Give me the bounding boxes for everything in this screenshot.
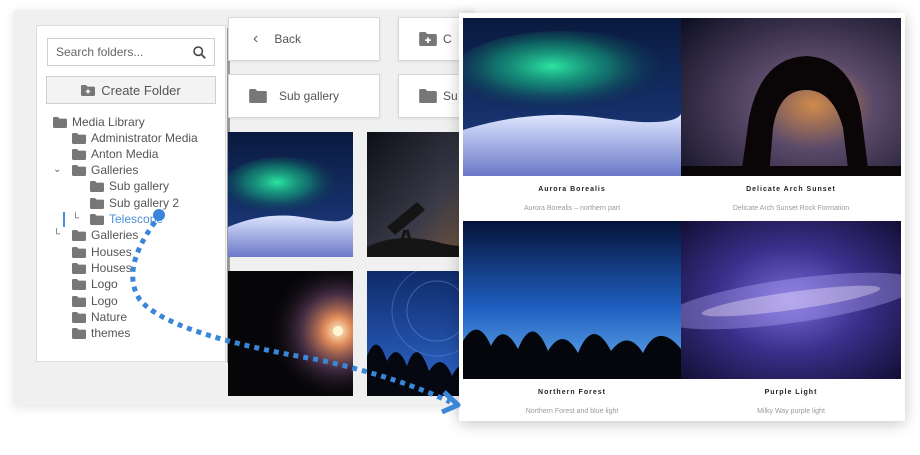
tree-item-label: Galleries (91, 163, 139, 177)
tree-item-label: Logo (91, 277, 118, 291)
chevron-left-icon: ‹ (253, 30, 259, 47)
tree-branch-icon: └ (53, 229, 61, 240)
tree-item-galleries[interactable]: Galleries (72, 162, 138, 178)
tree-item-label: Nature (91, 310, 128, 324)
tree-item-administrator-media[interactable]: Administrator Media (72, 130, 198, 146)
folder-icon (72, 312, 86, 323)
tree-item-label: Houses (91, 245, 132, 259)
tree-item-label: Sub gallery (109, 179, 170, 193)
tree-item-sub-gallery-2[interactable]: Sub gallery 2 (90, 195, 179, 211)
chevron-down-icon[interactable]: ⌄ (53, 164, 61, 175)
telescope-image (367, 132, 474, 257)
gallery-item[interactable]: Northern Forest Northern Forest and blue… (463, 221, 681, 420)
folder-icon (72, 165, 86, 176)
folder-icon (90, 198, 104, 209)
star-trails-image (367, 271, 474, 396)
search-icon[interactable] (193, 45, 206, 59)
media-thumbnail[interactable] (228, 271, 353, 396)
folder-icon (72, 247, 86, 258)
sub-gallery-folder[interactable]: Sub gallery (228, 74, 380, 118)
tree-item-houses[interactable]: Houses (72, 244, 132, 260)
gallery-item-caption: Northern Forest and blue light (525, 408, 619, 415)
gallery-item-title: Northern Forest (538, 389, 606, 396)
gallery-panel: Aurora Borealis Aurora Borealis – northe… (459, 13, 905, 421)
tree-item-telescope[interactable]: Telescope (90, 211, 163, 227)
search-box[interactable]: Search folders... (47, 38, 215, 66)
folder-icon (72, 296, 86, 307)
tree-item-label: Logo (91, 294, 118, 308)
folder-icon (90, 214, 104, 225)
folder-icon (72, 328, 86, 339)
gallery-item-caption: Aurora Borealis – northern part (523, 205, 621, 212)
tree-item-label: Media Library (72, 115, 145, 129)
folder-plus-icon (419, 32, 437, 46)
gallery-item-caption: Delicate Arch Sunset Rock Formation (732, 205, 850, 212)
gallery-image-arch (681, 18, 901, 176)
search-input[interactable]: Search folders... (56, 45, 193, 59)
tree-item-galleries-2[interactable]: Galleries (72, 227, 138, 243)
gallery-image-forest (463, 221, 681, 379)
create-folder-label: Create Folder (101, 82, 181, 98)
tree-item-logo[interactable]: Logo (72, 276, 118, 292)
media-thumbnail[interactable] (367, 271, 474, 396)
sub-gallery-label: Sub gallery (279, 89, 340, 103)
gallery-item-title: Aurora Borealis (538, 186, 606, 193)
folder-icon (72, 149, 86, 160)
tree-item-label: Anton Media (91, 147, 159, 161)
back-button[interactable]: ‹ Back (228, 17, 380, 61)
back-label: Back (274, 32, 302, 46)
gallery-image-purple (681, 221, 901, 379)
tree-item-anton-media[interactable]: Anton Media (72, 146, 158, 162)
folder-icon (72, 133, 86, 144)
folder-icon (72, 230, 86, 241)
tree-item-label: Galleries (91, 228, 139, 242)
media-thumbnail[interactable] (367, 132, 474, 257)
folder-icon (249, 89, 267, 103)
tree-item-label: Houses (91, 261, 132, 275)
tree-item-media-library[interactable]: Media Library (53, 114, 145, 130)
tree-branch-icon: └ (72, 213, 80, 224)
aurora-image (228, 132, 353, 257)
gallery-image-aurora (463, 18, 681, 176)
folder-icon (90, 181, 104, 192)
folder-plus-icon (81, 85, 95, 96)
active-indicator (63, 212, 65, 227)
gallery-item-title: Delicate Arch Sunset (746, 186, 836, 193)
media-manager-panel: Search folders... Create Folder Media Li… (14, 10, 474, 405)
create-card-label: C (443, 32, 452, 46)
gallery-item[interactable]: Delicate Arch Sunset Delicate Arch Sunse… (681, 18, 901, 217)
folder-sidebar: Search folders... Create Folder Media Li… (36, 25, 226, 362)
tree-item-label: themes (91, 326, 131, 340)
tree-item-label: Administrator Media (91, 131, 198, 145)
create-folder-button[interactable]: Create Folder (46, 76, 216, 104)
folder-icon (72, 263, 86, 274)
gallery-item-title: Purple Light (764, 389, 818, 396)
tree-item-themes[interactable]: themes (72, 325, 130, 341)
galaxy-image (228, 271, 353, 396)
sub-gallery-2-label: Su (443, 89, 458, 103)
tree-item-houses-2[interactable]: Houses (72, 260, 132, 276)
tree-item-label: Sub gallery 2 (109, 196, 180, 210)
tree-item-label: Telescope (109, 212, 164, 226)
folder-icon (419, 89, 437, 103)
tree-item-nature[interactable]: Nature (72, 309, 127, 325)
tree-item-logo-2[interactable]: Logo (72, 293, 118, 309)
tree-item-sub-gallery[interactable]: Sub gallery (90, 178, 169, 194)
folder-icon (53, 117, 67, 128)
gallery-item[interactable]: Aurora Borealis Aurora Borealis – northe… (463, 18, 681, 217)
gallery-item[interactable]: Purple Light Milky Way purple light (681, 221, 901, 420)
folder-icon (72, 279, 86, 290)
media-thumbnail[interactable] (228, 132, 353, 257)
gallery-item-caption: Milky Way purple light (757, 408, 825, 415)
